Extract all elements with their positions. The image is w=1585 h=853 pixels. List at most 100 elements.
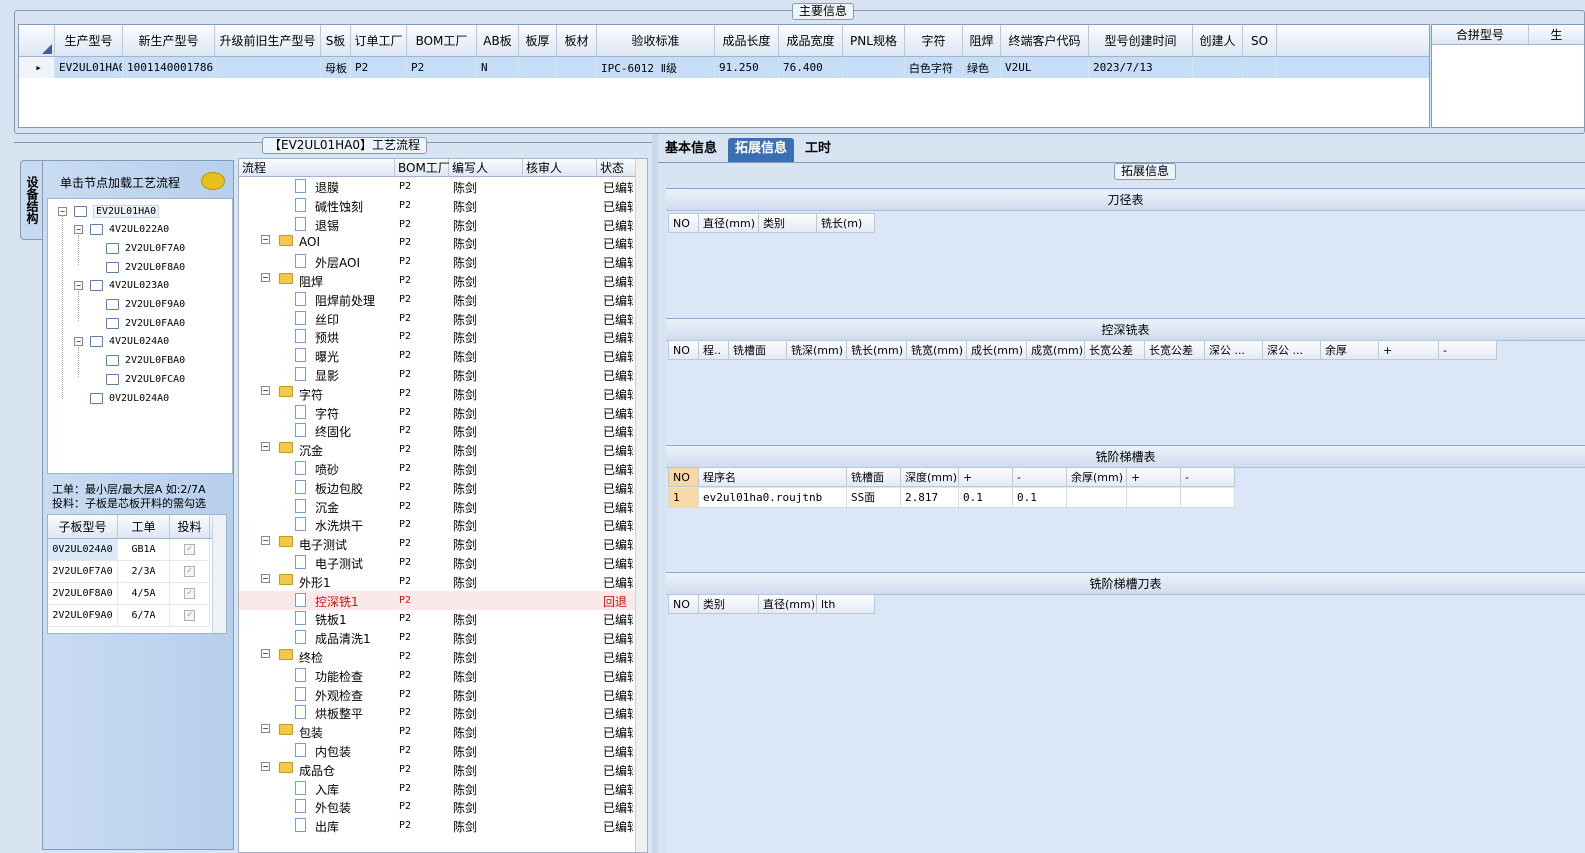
process-group[interactable]: − 成品仓 P2 陈剑 已编辑 <box>239 760 637 779</box>
process-row[interactable]: 板边包胶 P2 陈剑 已编辑 <box>239 478 637 497</box>
col-header[interactable]: 核审人 <box>523 159 597 177</box>
process-row[interactable]: 曝光 P2 陈剑 已编辑 <box>239 346 637 365</box>
cell[interactable] <box>215 57 321 78</box>
process-row[interactable]: 烘板整平 P2 陈剑 已编辑 <box>239 703 637 722</box>
process-row[interactable]: 功能检查 P2 陈剑 已编辑 <box>239 666 637 685</box>
process-row[interactable]: 外层AOI P2 陈剑 已编辑 <box>239 252 637 271</box>
process-row[interactable]: 沉金 P2 陈剑 已编辑 <box>239 497 637 516</box>
process-row[interactable]: 外观检查 P2 陈剑 已编辑 <box>239 685 637 704</box>
col-header[interactable]: 子板型号 <box>48 515 118 538</box>
cell[interactable]: IPC-6012 Ⅱ级 <box>597 57 715 78</box>
table-row[interactable]: 2V2UL0F7A0 2/3A ✓ <box>48 561 226 583</box>
tree-node[interactable]: 2V2UL0F9A0 <box>106 295 185 313</box>
cell[interactable] <box>1193 57 1243 78</box>
cell[interactable]: 母板 <box>321 57 351 78</box>
col-header[interactable]: 新生产型号 <box>123 25 215 56</box>
tab-basic-info[interactable]: 基本信息 <box>658 138 724 162</box>
cell[interactable] <box>557 57 597 78</box>
process-row[interactable]: 字符 P2 陈剑 已编辑 <box>239 403 637 422</box>
subboard-grid[interactable]: 子板型号 工单 投料 0V2UL024A0 GB1A ✓ 2V2UL0F7A0 2/3… <box>47 514 227 634</box>
cell[interactable] <box>843 57 905 78</box>
tree-node[interactable]: 0V2UL024A0 <box>90 389 169 407</box>
col-header[interactable]: 编写人 <box>449 159 523 177</box>
process-group[interactable]: − 外形1 P2 陈剑 已编辑 <box>239 572 637 591</box>
tree-node[interactable]: 2V2UL0FBA0 <box>106 351 185 369</box>
process-row[interactable]: 外包装 P2 陈剑 已编辑 <box>239 797 637 816</box>
cell[interactable]: V2UL <box>1001 57 1089 78</box>
process-row[interactable]: 预烘 P2 陈剑 已编辑 <box>239 327 637 346</box>
process-row[interactable]: 电子测试 P2 陈剑 已编辑 <box>239 553 637 572</box>
vertical-scrollbar[interactable] <box>635 159 647 852</box>
process-group[interactable]: − 电子测试 P2 陈剑 已编辑 <box>239 534 637 553</box>
cell[interactable] <box>1243 57 1277 78</box>
cell[interactable]: 10011400017868 <box>123 57 215 78</box>
col-header[interactable]: 升级前旧生产型号 <box>215 25 321 56</box>
tree-node[interactable]: 2V2UL0F7A0 <box>106 239 185 257</box>
tab-extended-info[interactable]: 拓展信息 <box>728 138 795 162</box>
process-row[interactable]: 显影 P2 陈剑 已编辑 <box>239 365 637 384</box>
main-grid[interactable]: 生产型号 新生产型号 升级前旧生产型号 S板 订单工厂 BOM工厂 AB板 板厚… <box>18 24 1430 128</box>
tree-node[interactable]: 4V2UL022A0 <box>90 220 169 238</box>
col-header[interactable]: AB板 <box>477 25 519 56</box>
feed-checkbox[interactable]: ✓ <box>184 588 195 599</box>
col-header[interactable]: PNL规格 <box>843 25 905 56</box>
col-header[interactable]: 终端客户代码 <box>1001 25 1089 56</box>
structure-tree[interactable]: − EV2UL01HA0 − 4V2UL022A0 2V2UL0F7A0 2V2… <box>47 198 233 474</box>
collapse-icon[interactable]: − <box>261 273 270 282</box>
col-header[interactable]: BOM工厂 <box>395 159 450 177</box>
col-header[interactable]: 成品长度 <box>715 25 779 56</box>
collapse-icon[interactable]: − <box>74 225 83 234</box>
col-header[interactable]: 状态 <box>597 159 637 177</box>
collapse-icon[interactable]: − <box>261 235 270 245</box>
table-row[interactable]: 2V2UL0F9A0 6/7A ✓ <box>48 605 226 627</box>
process-row[interactable]: 丝印 P2 陈剑 已编辑 <box>239 309 637 328</box>
collapse-icon[interactable]: − <box>58 207 67 216</box>
vertical-scrollbar[interactable] <box>212 515 226 633</box>
tree-node[interactable]: 4V2UL024A0 <box>90 332 169 350</box>
process-group[interactable]: − 阻焊 P2 陈剑 已编辑 <box>239 271 637 290</box>
collapse-icon[interactable]: − <box>261 573 270 583</box>
main-grid-row[interactable]: ▸ EV2UL01HA0 10011400017868 母板 P2 P2 N I… <box>19 57 1429 78</box>
process-row[interactable]: 阻焊前处理 P2 陈剑 已编辑 <box>239 290 637 309</box>
process-row[interactable]: 入库 P2 陈剑 已编辑 <box>239 779 637 798</box>
col-header[interactable]: 流程 <box>239 159 395 177</box>
col-header[interactable]: 板材 <box>557 25 597 56</box>
col-header[interactable]: 型号创建时间 <box>1089 25 1193 56</box>
cell[interactable]: 白色字符 <box>905 57 963 78</box>
row-selector-icon[interactable]: ▸ <box>19 57 55 78</box>
col-header[interactable]: 字符 <box>905 25 963 56</box>
feed-checkbox[interactable]: ✓ <box>184 566 195 577</box>
process-row[interactable]: 终固化 P2 陈剑 已编辑 <box>239 421 637 440</box>
collapse-icon[interactable]: − <box>261 724 270 734</box>
collapse-icon[interactable]: − <box>261 649 270 658</box>
cell[interactable] <box>519 57 557 78</box>
tree-node[interactable]: 2V2UL0FCA0 <box>106 370 185 388</box>
col-header[interactable]: S板 <box>321 25 351 56</box>
cell[interactable]: 绿色 <box>963 57 1001 78</box>
col-header[interactable]: BOM工厂 <box>407 25 477 56</box>
col-header[interactable]: 工单 <box>118 515 170 538</box>
cell[interactable]: 76.400 <box>779 57 843 78</box>
col-header[interactable]: 成品宽度 <box>779 25 843 56</box>
tree-node[interactable]: 2V2UL0F8A0 <box>106 258 185 276</box>
process-row[interactable]: 内包装 P2 陈剑 已编辑 <box>239 741 637 760</box>
collapse-icon[interactable]: − <box>261 442 270 452</box>
col-header[interactable]: 订单工厂 <box>351 25 407 56</box>
collapse-icon[interactable]: − <box>74 337 83 346</box>
process-row[interactable]: 出库 P2 陈剑 已编辑 <box>239 816 637 835</box>
tab-device-structure[interactable]: 设备结构 <box>20 160 44 240</box>
collapse-icon[interactable]: − <box>74 281 83 290</box>
col-header[interactable]: 阻焊 <box>963 25 1001 56</box>
collapse-icon[interactable]: − <box>261 536 270 546</box>
table-row[interactable]: 2V2UL0F8A0 4/5A ✓ <box>48 583 226 605</box>
col-header[interactable]: 投料 <box>170 515 210 538</box>
process-row[interactable]: 水洗烘干 P2 陈剑 已编辑 <box>239 515 637 534</box>
col-header[interactable]: 创建人 <box>1193 25 1243 56</box>
process-group[interactable]: − 包装 P2 陈剑 已编辑 <box>239 722 637 741</box>
process-row[interactable]: 铣板1 P2 陈剑 已编辑 <box>239 609 637 628</box>
col-header[interactable]: 板厚 <box>519 25 557 56</box>
cell[interactable]: N <box>477 57 519 78</box>
tree-node[interactable]: EV2UL01HA0 <box>74 202 160 220</box>
collapse-icon[interactable]: − <box>261 761 270 771</box>
cell[interactable]: P2 <box>351 57 407 78</box>
